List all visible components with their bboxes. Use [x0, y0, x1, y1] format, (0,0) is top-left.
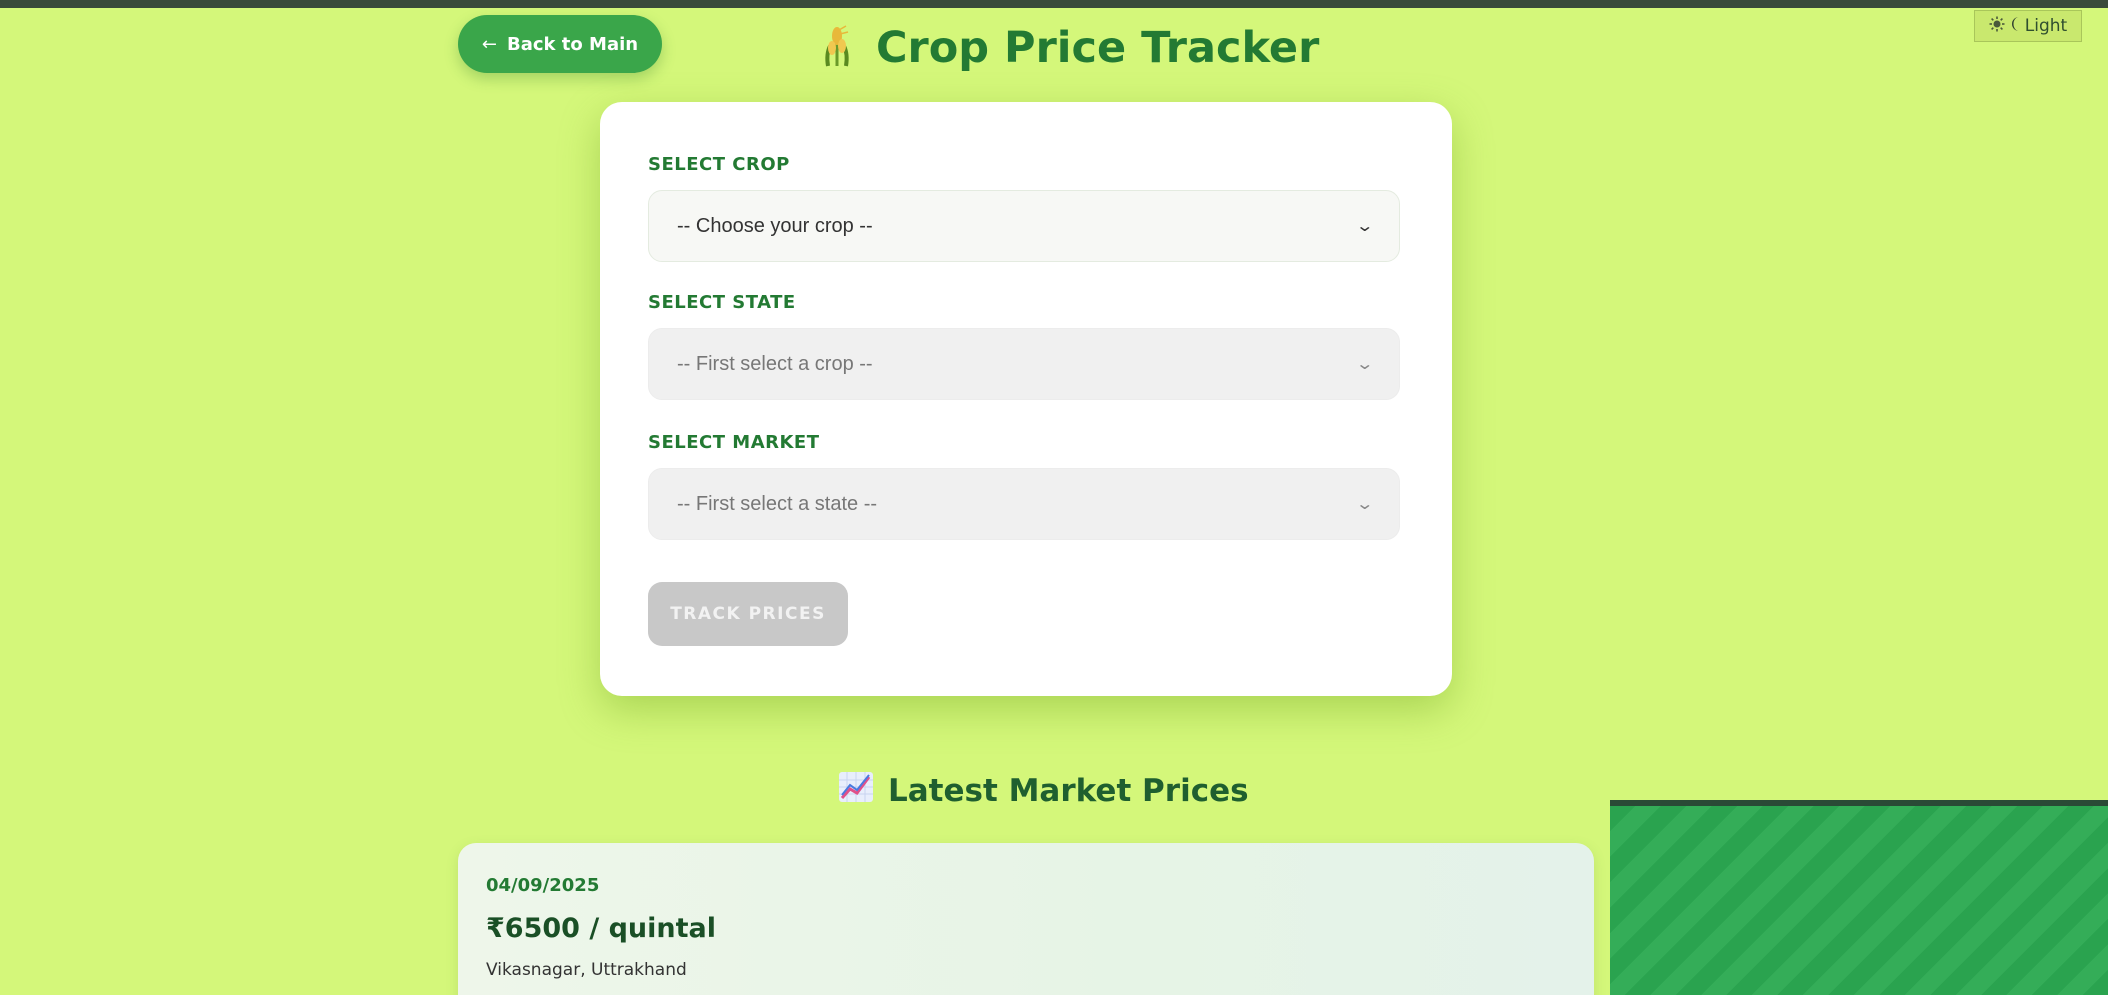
overlapping-green-panel — [1610, 800, 2108, 995]
select-crop-label: SELECT CROP — [648, 154, 790, 175]
chevron-down-icon: ⌄ — [1354, 496, 1374, 513]
chevron-down-icon: ⌄ — [1354, 218, 1374, 235]
price-list-item: 04/09/2025 ₹6500 / quintal Vikasnagar, U… — [458, 843, 1594, 995]
arrow-left-icon: ← — [481, 33, 498, 55]
select-state-label: SELECT STATE — [648, 292, 796, 313]
price-value: ₹6500 / quintal — [486, 913, 717, 944]
theme-toggle-button[interactable]: Light — [1974, 10, 2082, 42]
market-select-value: -- First select a state -- — [677, 492, 878, 515]
crop-select-value: -- Choose your crop -- — [677, 214, 873, 237]
chart-increasing-icon — [838, 771, 874, 811]
chevron-down-icon: ⌄ — [1354, 356, 1374, 373]
state-select[interactable]: -- First select a crop -- ⌄ — [648, 328, 1400, 400]
theme-toggle-label: Light — [2024, 16, 2068, 36]
crop-select[interactable]: -- Choose your crop -- ⌄ — [648, 190, 1400, 262]
latest-prices-heading: Latest Market Prices — [838, 766, 1249, 816]
price-location: Vikasnagar, Uttrakhand — [486, 960, 687, 980]
latest-prices-heading-text: Latest Market Prices — [888, 773, 1249, 809]
crop-selection-card: SELECT CROP -- Choose your crop -- ⌄ SEL… — [600, 102, 1452, 696]
select-market-label: SELECT MARKET — [648, 432, 820, 453]
track-prices-button[interactable]: TRACK PRICES — [648, 582, 848, 646]
page-title: Crop Price Tracker — [820, 18, 1319, 78]
wheat-icon — [820, 24, 854, 72]
state-select-value: -- First select a crop -- — [677, 352, 873, 375]
page: ← Back to Main Crop Price Tracker Light … — [0, 0, 2108, 995]
back-button-label: Back to Main — [507, 33, 639, 55]
price-date: 04/09/2025 — [486, 875, 600, 896]
moon-icon — [2009, 16, 2021, 37]
back-to-main-button[interactable]: ← Back to Main — [458, 15, 662, 73]
sun-icon — [1989, 16, 2005, 37]
market-select[interactable]: -- First select a state -- ⌄ — [648, 468, 1400, 540]
page-title-text: Crop Price Tracker — [876, 23, 1320, 73]
window-top-border — [0, 0, 2108, 8]
